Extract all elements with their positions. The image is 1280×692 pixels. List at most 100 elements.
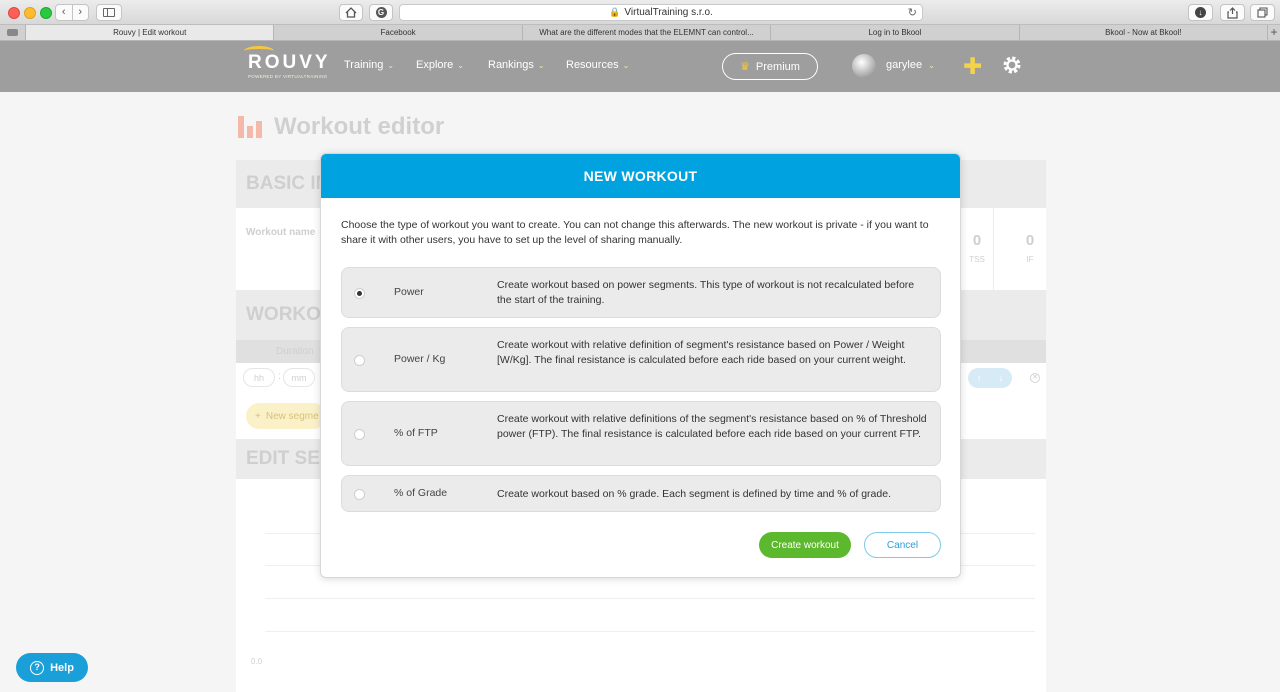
tss-value: 0: [972, 232, 982, 249]
minutes-input[interactable]: mm: [283, 368, 315, 387]
help-button[interactable]: ? Help: [16, 653, 88, 682]
question-icon: ?: [30, 660, 45, 675]
minimize-window-button[interactable]: [24, 7, 36, 19]
option-title: Power: [394, 286, 424, 298]
logo-tagline: POWERED BY VIRTUALTRAINING: [248, 74, 328, 79]
reload-icon[interactable]: ↻: [908, 6, 917, 19]
option-description: Create workout with relative definitions…: [497, 413, 927, 440]
chart-bars-icon: [238, 116, 262, 138]
create-workout-button[interactable]: Create workout: [759, 532, 851, 558]
workout-name-label: Workout name: [246, 227, 316, 238]
tab-bar: Rouvy | Edit workout Facebook What are t…: [0, 25, 1280, 41]
tab-bkool[interactable]: Bkool - Now at Bkool!: [1020, 25, 1269, 40]
if-label: IF: [1026, 255, 1034, 264]
plus-icon[interactable]: ✚: [963, 54, 982, 78]
sidebar-icon: [103, 8, 115, 17]
extension-icon: G: [375, 7, 387, 18]
show-tabs-button[interactable]: [1250, 4, 1275, 21]
radio-ftp[interactable]: [354, 429, 365, 440]
modal-title: NEW WORKOUT: [321, 154, 960, 198]
chevron-down-icon: ⌄: [537, 60, 545, 70]
option-power[interactable]: Power Create workout based on power segm…: [341, 267, 941, 318]
help-label: Help: [50, 661, 74, 674]
close-window-button[interactable]: [8, 7, 20, 19]
site-navbar: ROUVY POWERED BY VIRTUALTRAINING Trainin…: [0, 41, 1280, 92]
option-grade[interactable]: % of Grade Create workout based on % gra…: [341, 475, 941, 512]
reorder-buttons[interactable]: ↑ ↓: [968, 368, 1012, 388]
extension-button[interactable]: G: [369, 4, 393, 21]
crown-icon: ♛: [740, 61, 750, 73]
hours-input[interactable]: hh: [243, 368, 275, 387]
radio-grade[interactable]: [354, 489, 365, 500]
cancel-button[interactable]: Cancel: [864, 532, 941, 558]
pinned-tab[interactable]: [0, 25, 26, 40]
forward-icon[interactable]: ›: [71, 5, 89, 20]
nav-label: Rankings: [488, 59, 534, 71]
plus-icon: +: [255, 410, 261, 422]
back-forward-buttons: ‹ ›: [55, 4, 89, 21]
username: garylee: [886, 59, 923, 71]
gear-icon[interactable]: [1000, 53, 1024, 77]
tab-elemnt[interactable]: What are the different modes that the EL…: [523, 25, 772, 40]
radio-power-kg[interactable]: [354, 355, 365, 366]
option-description: Create workout based on power segments. …: [497, 279, 915, 306]
chevron-down-icon: ⌄: [387, 60, 395, 70]
home-button[interactable]: [339, 4, 363, 21]
option-ftp[interactable]: % of FTP Create workout with relative de…: [341, 401, 941, 466]
time-separator: :: [278, 371, 281, 382]
stat-divider: [993, 208, 994, 290]
logo-swoosh: [244, 46, 274, 56]
new-tab-button[interactable]: +: [1268, 25, 1280, 40]
nav-training[interactable]: Training ⌄: [344, 59, 394, 71]
download-icon: ↓: [1195, 7, 1206, 18]
user-menu[interactable]: garylee ⌄: [886, 59, 935, 71]
chevron-down-icon: ⌄: [457, 60, 464, 70]
nav-rankings[interactable]: Rankings ⌄: [488, 59, 545, 71]
downloads-button[interactable]: ↓: [1188, 4, 1213, 21]
avatar[interactable]: [852, 54, 876, 78]
home-icon: [345, 7, 357, 18]
axis-zero-label: 0.0: [251, 657, 263, 666]
nav-explore[interactable]: Explore ⌄: [416, 59, 464, 71]
option-title: Power / Kg: [394, 353, 446, 365]
share-button[interactable]: [1220, 4, 1245, 21]
premium-label: Premium: [755, 60, 800, 73]
nav-label: Training: [344, 59, 384, 71]
remove-segment-icon[interactable]: ✕: [1030, 373, 1040, 383]
option-power-kg[interactable]: Power / Kg Create workout with relative …: [341, 327, 941, 392]
rouvy-logo[interactable]: ROUVY POWERED BY VIRTUALTRAINING: [244, 46, 334, 82]
nav-resources[interactable]: Resources ⌄: [566, 59, 629, 71]
arrow-up-icon[interactable]: ↑: [977, 373, 982, 383]
tab-rouvy[interactable]: Rouvy | Edit workout: [25, 25, 275, 40]
new-segment-button[interactable]: + New segme: [246, 403, 326, 429]
grid-line: [265, 631, 1035, 632]
option-description: Create workout with relative definition …: [497, 339, 906, 366]
nav-label: Explore: [416, 59, 454, 71]
page-title-text: Workout editor: [274, 113, 445, 140]
tab-facebook[interactable]: Facebook: [274, 25, 523, 40]
option-title: % of Grade: [394, 487, 448, 499]
address-bar[interactable]: 🔒 VirtualTraining s.r.o. ↻: [399, 4, 923, 21]
if-stat: 0 IF: [1015, 232, 1045, 267]
new-workout-modal: NEW WORKOUT Choose the type of workout y…: [320, 153, 961, 578]
radio-power[interactable]: [354, 288, 365, 299]
chevron-down-icon: ⌄: [622, 60, 630, 70]
nav-label: Resources: [566, 59, 619, 71]
tab-bkool-login[interactable]: Log in to Bkool: [771, 25, 1020, 40]
page-title: Workout editor: [238, 113, 444, 141]
zoom-window-button[interactable]: [40, 7, 52, 19]
browser-toolbar: ‹ › G 🔒 VirtualTraining s.r.o. ↻ ↓: [0, 0, 1280, 25]
arrow-down-icon[interactable]: ↓: [999, 373, 1004, 383]
premium-button[interactable]: ♛ Premium: [722, 53, 818, 80]
option-title: % of FTP: [394, 427, 438, 439]
option-description: Create workout based on % grade. Each se…: [497, 488, 891, 500]
new-segment-label: New segme: [265, 410, 319, 422]
if-value: 0: [1025, 232, 1035, 249]
chevron-down-icon: ⌄: [928, 60, 935, 70]
sidebar-toggle-button[interactable]: [96, 4, 122, 21]
back-icon[interactable]: ‹: [56, 5, 72, 20]
grid-line: [265, 598, 1035, 599]
tss-stat: 0 TSS: [962, 232, 992, 267]
modal-intro-text: Choose the type of workout you want to c…: [341, 219, 929, 246]
tabs-icon: [1257, 7, 1268, 18]
